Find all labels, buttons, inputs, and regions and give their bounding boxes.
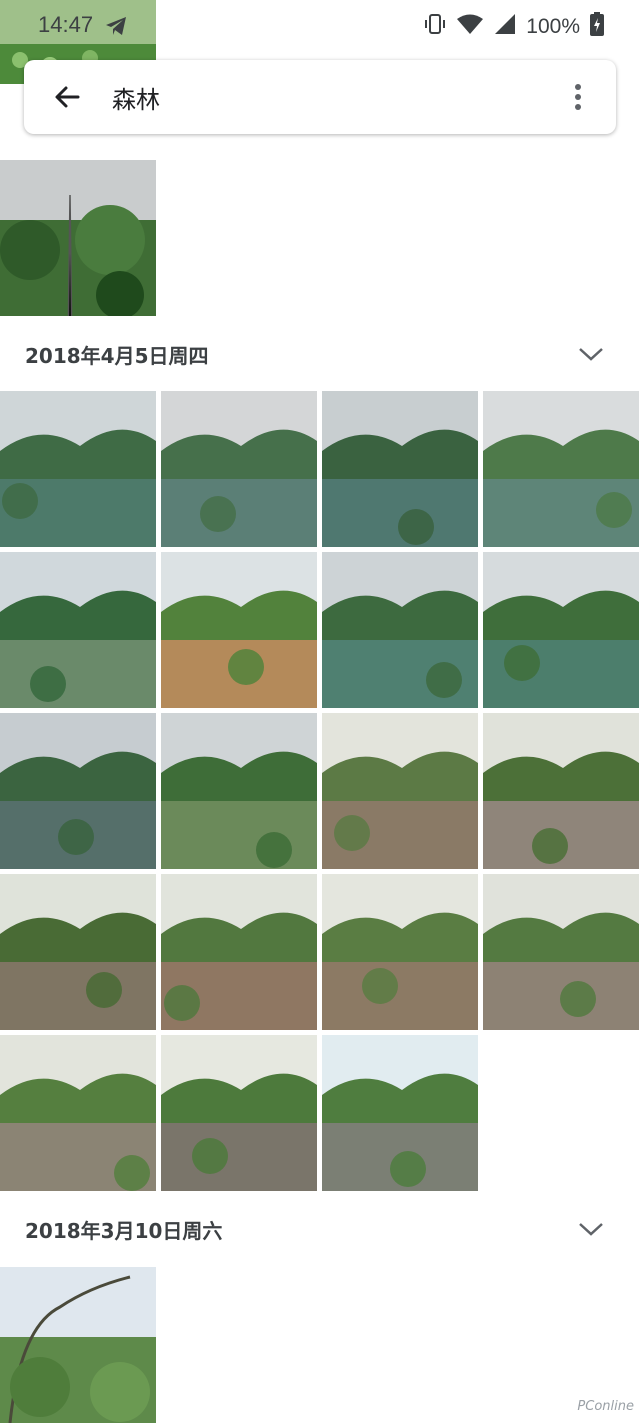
photo-thumbnail[interactable] xyxy=(322,391,478,547)
watermark: PConline xyxy=(577,1399,634,1414)
section-date: 2018年4月5日周四 xyxy=(25,344,209,368)
photo-thumbnail[interactable] xyxy=(483,713,639,869)
telegram-icon xyxy=(104,14,128,42)
photo-thumbnail[interactable] xyxy=(161,552,317,708)
photo-thumbnail[interactable] xyxy=(161,1035,317,1191)
search-bar[interactable]: 森林 xyxy=(24,60,616,134)
photo-thumbnail[interactable] xyxy=(161,391,317,547)
battery-charging-icon xyxy=(590,12,604,42)
date-section-header: 2018年3月10日周六 xyxy=(0,1199,640,1259)
chevron-down-icon[interactable] xyxy=(576,1214,606,1244)
battery-percent: 100% xyxy=(526,15,580,38)
search-query[interactable]: 森林 xyxy=(112,80,160,115)
date-section-header: 2018年4月5日周四 xyxy=(0,324,640,384)
photo-thumbnail[interactable] xyxy=(322,713,478,869)
photo-thumbnail[interactable] xyxy=(0,1267,156,1423)
photo-thumbnail[interactable] xyxy=(322,874,478,1030)
photo-thumbnail[interactable] xyxy=(0,874,156,1030)
signal-icon xyxy=(494,13,516,41)
photo-thumbnail[interactable] xyxy=(0,391,156,547)
photo-thumbnail[interactable] xyxy=(0,1035,156,1191)
photo-thumbnail[interactable] xyxy=(483,874,639,1030)
wifi-icon xyxy=(456,13,484,41)
photo-thumbnail[interactable] xyxy=(483,391,639,547)
photo-thumbnail[interactable] xyxy=(0,160,156,316)
arrow-back-icon[interactable] xyxy=(50,79,86,115)
more-vert-icon[interactable] xyxy=(560,79,596,115)
photo-thumbnail[interactable] xyxy=(483,552,639,708)
photo-thumbnail[interactable] xyxy=(322,552,478,708)
photo-thumbnail[interactable] xyxy=(0,713,156,869)
status-bar: 14:47 100% xyxy=(0,0,640,54)
section-date: 2018年3月10日周六 xyxy=(25,1219,223,1243)
vibrate-icon xyxy=(424,13,446,41)
photo-thumbnail[interactable] xyxy=(161,713,317,869)
chevron-down-icon[interactable] xyxy=(576,339,606,369)
photo-thumbnail[interactable] xyxy=(322,1035,478,1191)
photo-thumbnail[interactable] xyxy=(0,552,156,708)
status-time: 14:47 xyxy=(38,12,94,37)
photo-thumbnail[interactable] xyxy=(161,874,317,1030)
